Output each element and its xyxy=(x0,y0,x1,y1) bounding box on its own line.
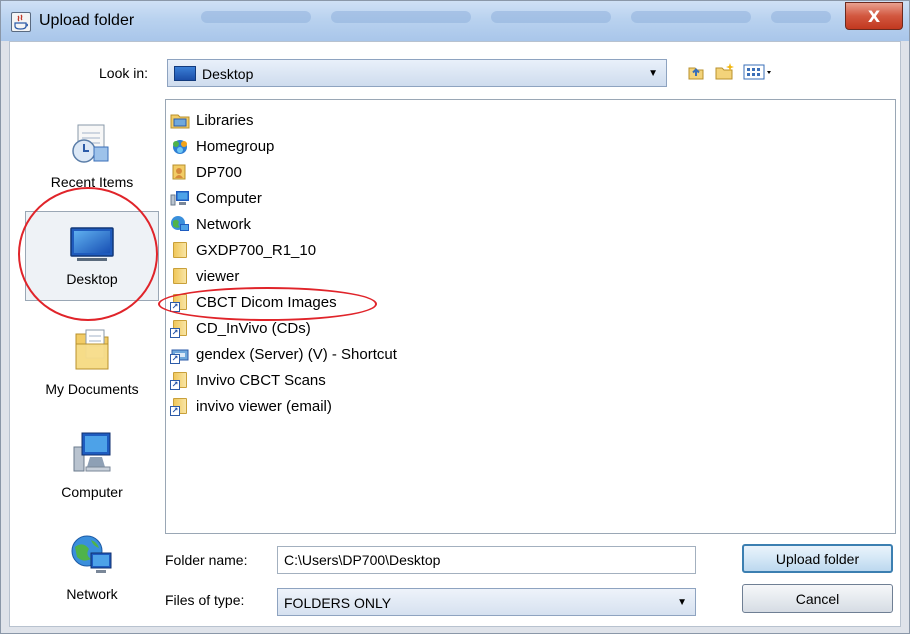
file-list[interactable]: Libraries Homegroup DP700 Computer Netwo… xyxy=(165,99,896,534)
files-of-type-label: Files of type: xyxy=(165,592,245,608)
places-bar: Recent Items Desktop My Documents Comput… xyxy=(25,101,159,621)
upload-folder-dialog: Upload folder X Look in: Desktop ▼ Recen… xyxy=(0,0,910,634)
place-label: Desktop xyxy=(66,270,118,287)
computer-icon xyxy=(170,188,190,208)
title-bar[interactable]: Upload folder X xyxy=(1,1,909,41)
place-network[interactable]: Network xyxy=(25,531,159,621)
network-icon xyxy=(170,214,190,234)
place-label: Network xyxy=(66,586,118,602)
window-title: Upload folder xyxy=(39,12,135,29)
files-of-type-select[interactable]: FOLDERS ONLY ▼ xyxy=(277,588,696,616)
my-documents-icon xyxy=(72,326,112,377)
file-name: DP700 xyxy=(196,163,242,181)
place-label: My Documents xyxy=(45,381,139,397)
list-item[interactable]: ↗ Invivo CBCT Scans xyxy=(170,368,326,392)
file-name: gendex (Server) (V) - Shortcut xyxy=(196,345,397,363)
file-name: GXDP700_R1_10 xyxy=(196,241,317,259)
network-icon xyxy=(69,531,115,582)
network-drive-shortcut-icon: ↗ xyxy=(170,344,190,364)
upload-folder-button[interactable]: Upload folder xyxy=(742,544,893,573)
list-item[interactable]: GXDP700_R1_10 xyxy=(170,238,316,262)
file-name: Computer xyxy=(196,189,262,207)
shortcut-folder-icon: ↗ xyxy=(170,292,190,312)
new-folder-icon[interactable] xyxy=(713,61,737,83)
look-in-dropdown[interactable]: Desktop ▼ xyxy=(167,59,667,87)
place-desktop[interactable]: Desktop xyxy=(25,211,159,301)
place-label: Computer xyxy=(61,484,123,500)
user-folder-icon xyxy=(170,162,190,182)
place-recent-items[interactable]: Recent Items xyxy=(25,121,159,209)
list-item[interactable]: Network xyxy=(170,212,251,236)
desktop-icon xyxy=(69,226,115,267)
up-folder-icon[interactable] xyxy=(685,61,707,83)
place-my-documents[interactable]: My Documents xyxy=(25,326,159,416)
look-in-value: Desktop xyxy=(202,66,254,82)
list-item[interactable]: DP700 xyxy=(170,160,242,184)
list-item[interactable]: ↗ CD_InVivo (CDs) xyxy=(170,316,311,340)
file-name: Homegroup xyxy=(196,137,275,155)
place-label: Recent Items xyxy=(50,174,134,190)
folder-name-label: Folder name: xyxy=(165,552,248,568)
list-item[interactable]: Libraries xyxy=(170,108,254,132)
libraries-icon xyxy=(170,110,190,130)
java-app-icon xyxy=(11,12,31,32)
folder-icon xyxy=(170,266,190,286)
place-computer[interactable]: Computer xyxy=(25,429,159,519)
folder-name-field[interactable] xyxy=(277,546,696,574)
list-item[interactable]: Computer xyxy=(170,186,262,210)
chevron-down-icon: ▼ xyxy=(677,597,687,608)
file-name: invivo viewer (email) xyxy=(196,397,332,415)
view-menu-icon[interactable] xyxy=(741,61,781,83)
recent-items-icon xyxy=(70,121,114,170)
homegroup-icon xyxy=(170,136,190,156)
computer-icon xyxy=(70,429,114,480)
list-item[interactable]: ↗ gendex (Server) (V) - Shortcut xyxy=(170,342,397,366)
list-item[interactable]: viewer xyxy=(170,264,239,288)
file-name: Libraries xyxy=(196,111,254,129)
file-name: Invivo CBCT Scans xyxy=(196,371,326,389)
file-name: CBCT Dicom Images xyxy=(196,293,337,311)
file-name: viewer xyxy=(196,267,240,285)
look-in-label: Look in: xyxy=(99,65,149,81)
list-item[interactable]: ↗ CBCT Dicom Images xyxy=(170,290,337,314)
list-item[interactable]: Homegroup xyxy=(170,134,274,158)
shortcut-folder-icon: ↗ xyxy=(170,318,190,338)
cancel-button[interactable]: Cancel xyxy=(742,584,893,613)
chevron-down-icon: ▼ xyxy=(648,68,658,79)
file-name: CD_InVivo (CDs) xyxy=(196,319,311,337)
list-item[interactable]: ↗ invivo viewer (email) xyxy=(170,394,332,418)
desktop-icon xyxy=(174,66,196,81)
shortcut-folder-icon: ↗ xyxy=(170,370,190,390)
shortcut-folder-icon: ↗ xyxy=(170,396,190,416)
folder-icon xyxy=(170,240,190,260)
files-of-type-value: FOLDERS ONLY xyxy=(284,595,392,611)
close-button[interactable]: X xyxy=(845,2,903,30)
file-name: Network xyxy=(196,215,252,233)
close-icon: X xyxy=(867,6,881,26)
